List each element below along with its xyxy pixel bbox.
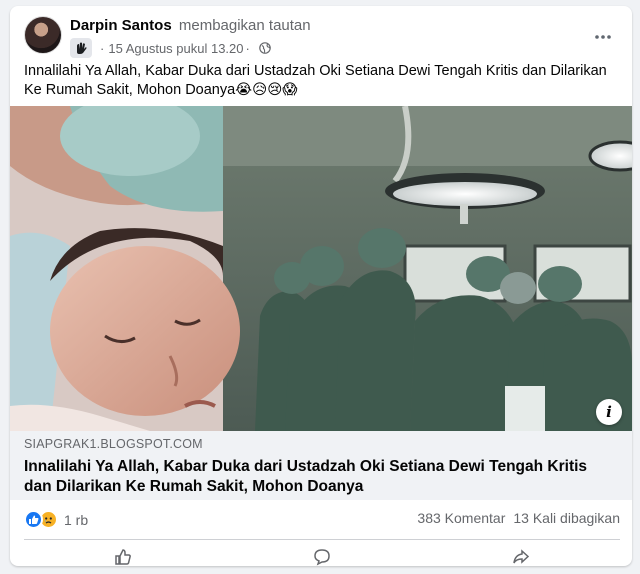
link-domain: SIAPGRAK1.BLOGSPOT.COM	[24, 437, 203, 451]
comment-icon	[313, 548, 331, 570]
divider	[24, 539, 620, 540]
info-button[interactable]: i	[596, 399, 622, 425]
avatar[interactable]	[24, 16, 62, 54]
reactions-summary[interactable]: 1 rb	[24, 510, 88, 529]
share-button[interactable]	[512, 544, 530, 574]
post-card: Darpin Santos membagikan tautan · 15 Agu…	[10, 6, 632, 566]
link-title[interactable]: Innalilahi Ya Allah, Kabar Duka dari Ust…	[24, 457, 618, 497]
shares-count[interactable]: 13 Kali dibagikan	[513, 510, 620, 526]
like-button[interactable]	[114, 544, 132, 574]
reactions-count[interactable]: 1 rb	[64, 512, 88, 528]
group-badge-icon[interactable]	[70, 38, 92, 58]
meta-separator: ·	[100, 40, 105, 56]
preview-photo	[10, 106, 632, 431]
comment-button[interactable]	[313, 544, 331, 574]
engagement-counts: 383 Komentar 13 Kali dibagikan	[417, 510, 620, 526]
post-caption: Innalilahi Ya Allah, Kabar Duka dari Ust…	[24, 63, 607, 98]
share-icon	[512, 548, 530, 570]
post-meta: · 15 Agustus pukul 13.20 ·	[70, 38, 271, 58]
globe-icon[interactable]	[259, 42, 271, 54]
author-line: Darpin Santos membagikan tautan	[70, 17, 311, 34]
like-reaction-icon	[24, 510, 43, 529]
comments-count[interactable]: 383 Komentar	[417, 510, 505, 526]
post-action-text: membagikan tautan	[178, 17, 311, 34]
author-name[interactable]: Darpin Santos	[70, 17, 172, 34]
thumbs-up-icon	[114, 548, 132, 570]
post-stats: 1 rb 383 Komentar 13 Kali dibagikan	[24, 510, 620, 532]
info-icon: i	[606, 403, 612, 421]
link-preview-meta[interactable]: SIAPGRAK1.BLOGSPOT.COM Innalilahi Ya All…	[10, 431, 632, 500]
action-bar	[24, 544, 620, 574]
more-options-icon	[595, 26, 611, 44]
more-options-button[interactable]	[588, 20, 618, 50]
post-timestamp[interactable]: 15 Agustus pukul 13.20	[108, 41, 243, 56]
post-header: Darpin Santos membagikan tautan · 15 Agu…	[24, 16, 618, 60]
meta-separator: ·	[245, 40, 250, 56]
link-preview-image[interactable]: i	[10, 106, 632, 431]
